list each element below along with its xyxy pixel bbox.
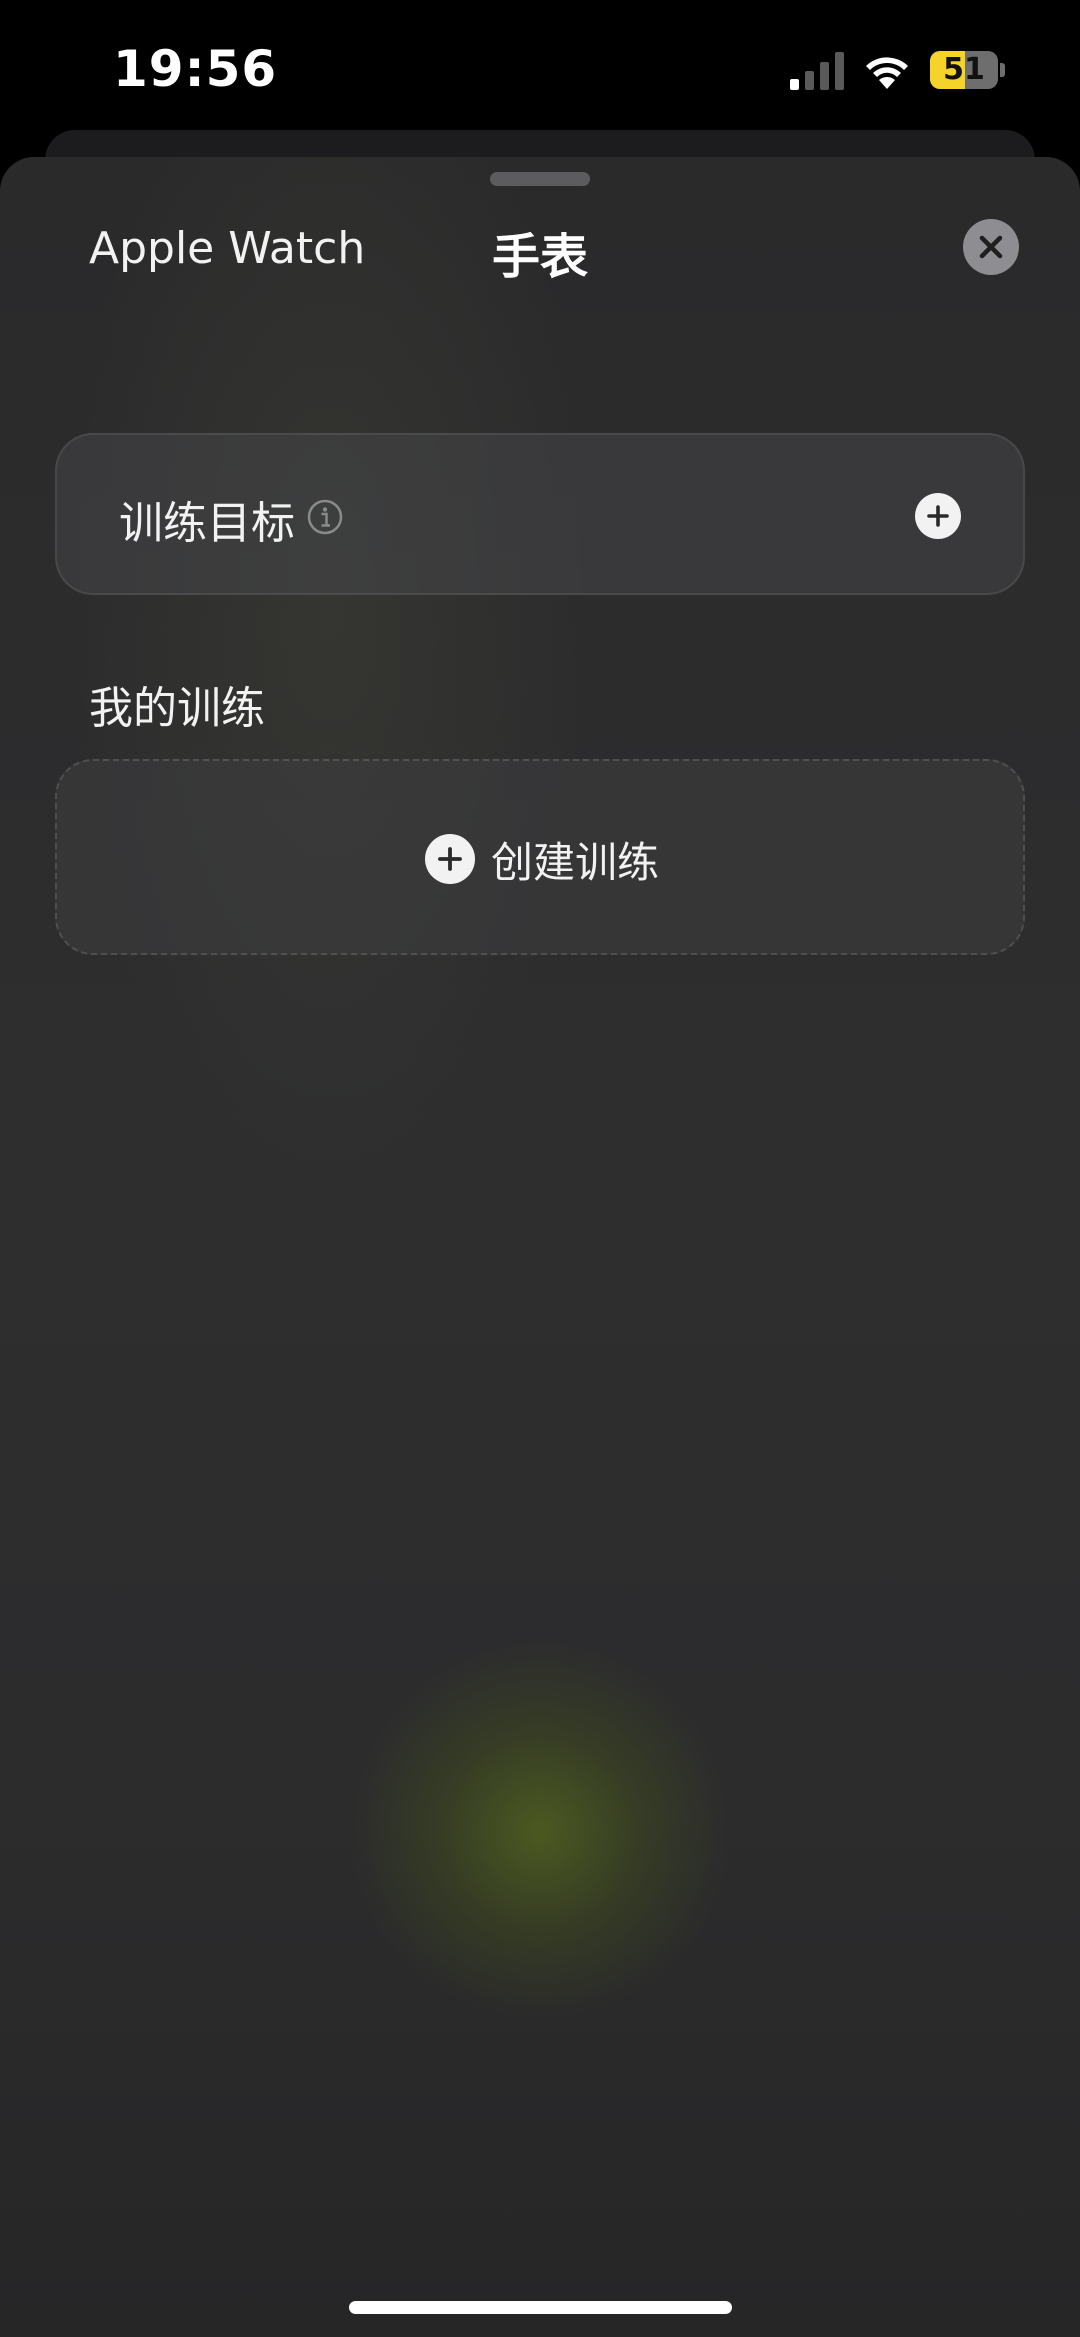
status-bar: 19:56 51 xyxy=(0,0,1080,140)
watch-sheet: 手表 Apple Watch 训练目标 我的训练 创建训练 xyxy=(0,157,1080,2337)
battery-body: 51 xyxy=(930,51,998,89)
sheet-grabber[interactable] xyxy=(490,172,590,186)
create-workout-label: 创建训练 xyxy=(490,837,659,887)
battery-level: 51 xyxy=(943,52,985,87)
create-workout-content: 创建训练 xyxy=(57,761,1027,957)
plus-icon xyxy=(927,505,949,527)
create-workout-button[interactable]: 创建训练 xyxy=(55,759,1025,955)
workout-goal-label: 训练目标 xyxy=(119,498,295,549)
plus-icon xyxy=(438,847,462,871)
cellular-signal-icon xyxy=(790,52,844,90)
home-indicator[interactable] xyxy=(349,2301,732,2314)
apple-watch-section-label: Apple Watch xyxy=(89,223,366,274)
wifi-icon xyxy=(866,57,908,89)
add-workout-goal-button[interactable] xyxy=(915,493,961,539)
battery-tip xyxy=(1000,63,1005,77)
close-button[interactable] xyxy=(963,219,1019,275)
workout-goal-card[interactable]: 训练目标 xyxy=(55,433,1025,595)
close-icon xyxy=(979,235,1003,259)
battery-indicator: 51 xyxy=(930,51,1005,89)
my-workouts-section-label: 我的训练 xyxy=(89,683,265,734)
info-icon[interactable] xyxy=(307,499,343,535)
create-workout-plus xyxy=(424,834,475,884)
status-time: 19:56 xyxy=(113,40,278,98)
